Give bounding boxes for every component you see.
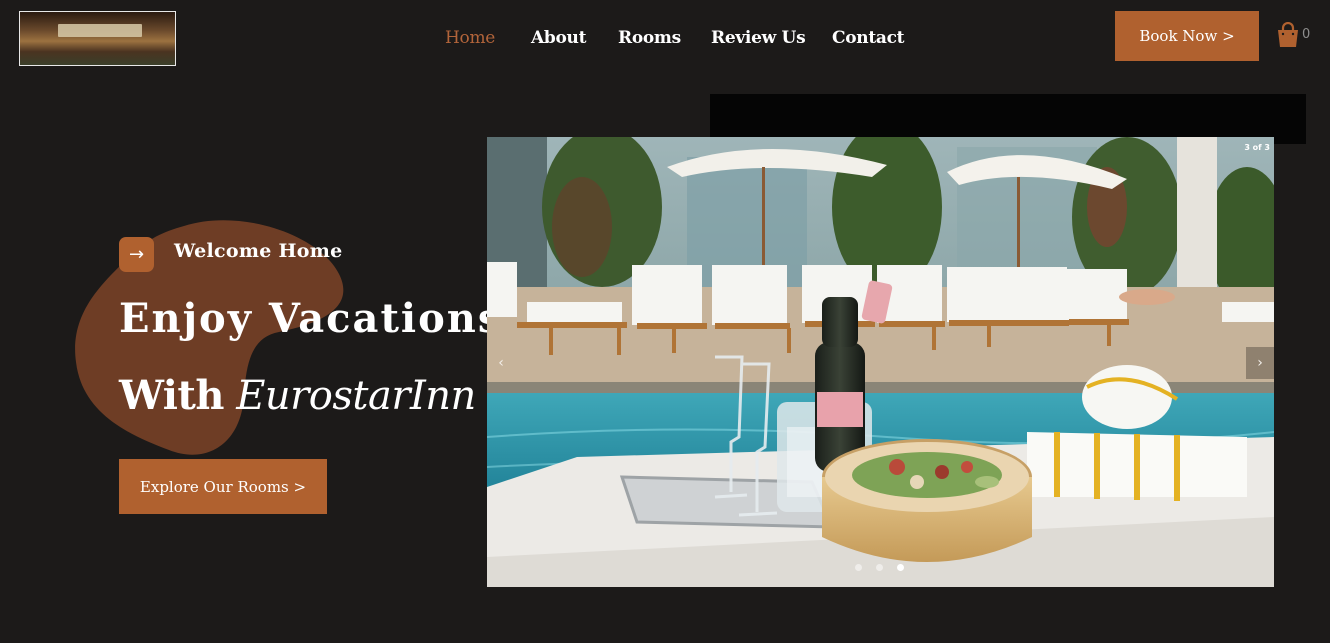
cart-count: 0 — [1302, 27, 1311, 42]
slider-dot[interactable] — [897, 564, 904, 571]
explore-rooms-button[interactable]: Explore Our Rooms > — [119, 459, 327, 514]
slide-image — [487, 137, 1274, 587]
nav-review-us[interactable]: Review Us — [711, 28, 806, 48]
slider-dot[interactable] — [876, 564, 883, 571]
hotel-logo[interactable] — [19, 11, 176, 66]
nav-rooms[interactable]: Rooms — [618, 28, 681, 48]
nav-home[interactable]: Home — [445, 28, 495, 48]
welcome-label: Welcome Home — [174, 240, 343, 262]
hero-headline-line1: Enjoy Vacations — [119, 295, 503, 342]
headline-with: With — [119, 372, 224, 419]
logo-sign — [58, 24, 142, 37]
nav-about[interactable]: About — [531, 28, 586, 48]
image-slider[interactable]: 3 of 3 ‹ › — [487, 137, 1274, 587]
cart[interactable]: 0 — [1276, 22, 1316, 50]
book-now-button[interactable]: Book Now > — [1115, 11, 1259, 61]
slide-counter: 3 of 3 — [1244, 143, 1270, 152]
slider-dot[interactable] — [855, 564, 862, 571]
slider-dots — [855, 564, 904, 571]
nav-contact[interactable]: Contact — [832, 28, 905, 48]
shopping-bag-icon — [1278, 22, 1298, 47]
arrow-right-icon: → — [119, 237, 154, 272]
chevron-left-icon[interactable]: ‹ — [487, 347, 515, 379]
chevron-right-icon[interactable]: › — [1246, 347, 1274, 379]
